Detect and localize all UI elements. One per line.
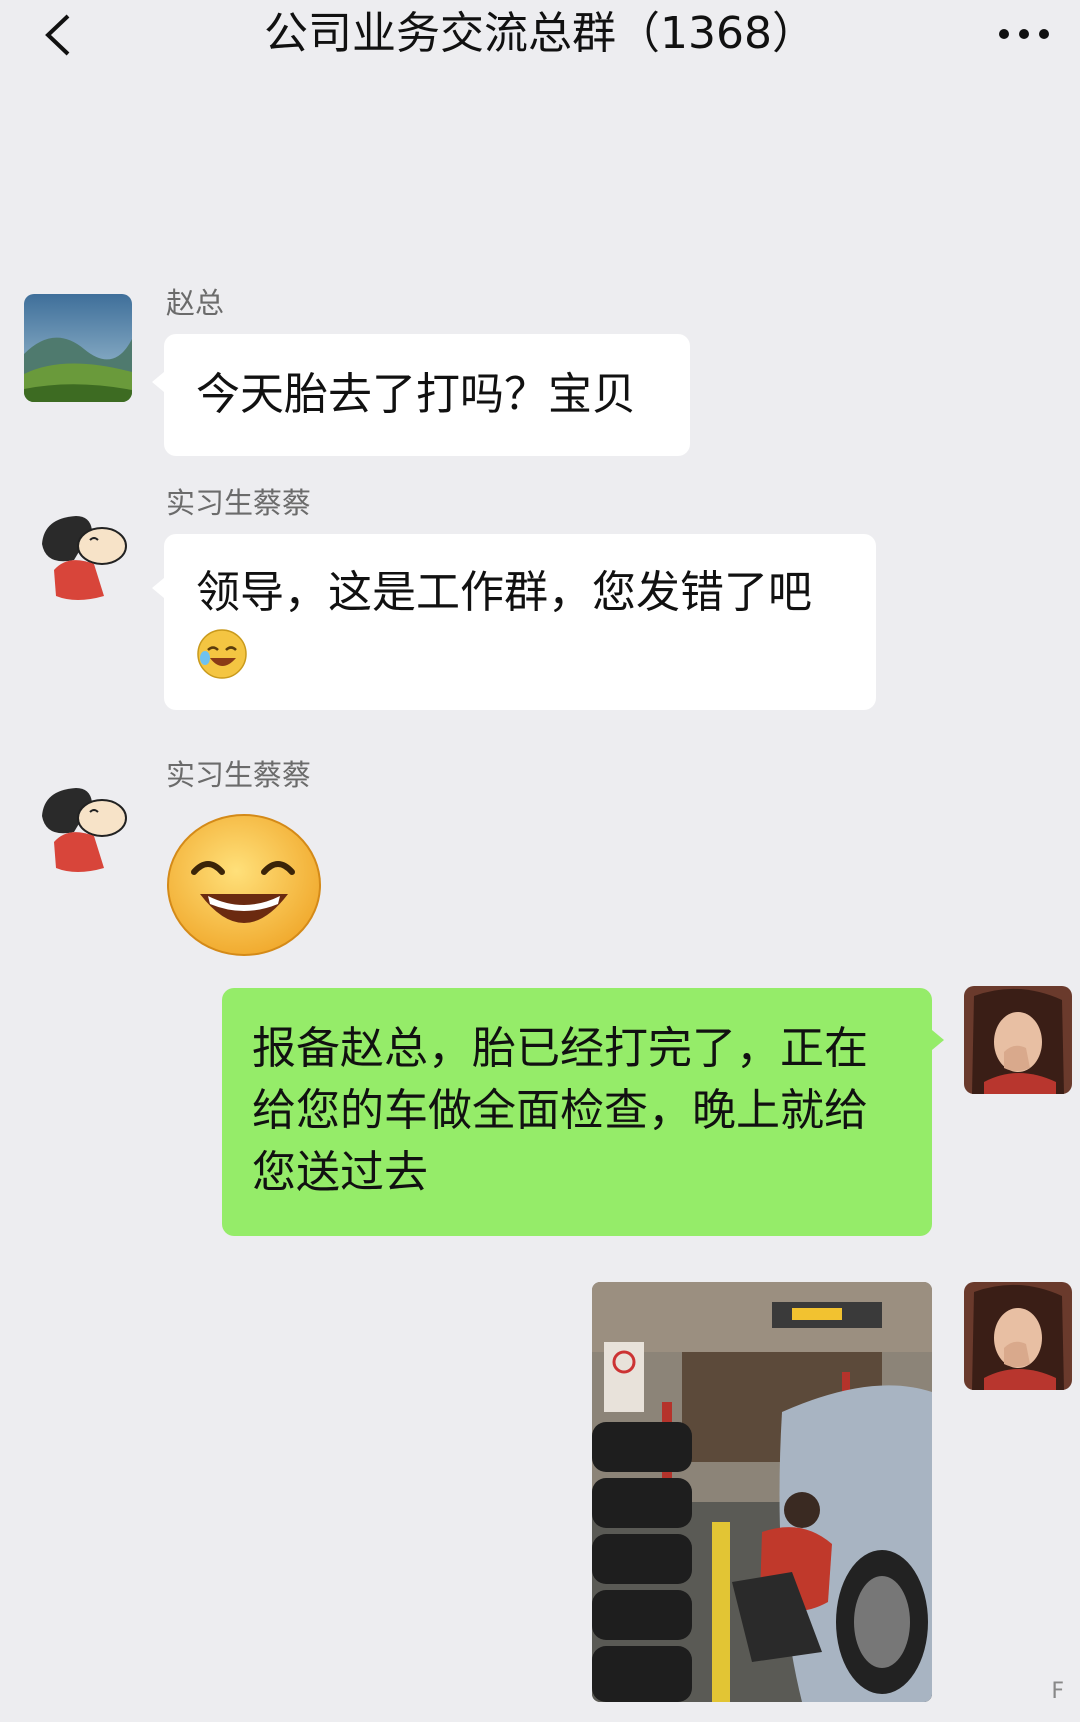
chat-title: 公司业务交流总群（1368） — [264, 8, 816, 59]
message-sender: 实习生蔡蔡 — [166, 486, 312, 520]
message-text: 今天胎去了打吗？宝贝 — [196, 369, 636, 420]
bubble-tail — [932, 1030, 944, 1050]
bubble-tail — [152, 372, 164, 392]
message-text: 领导，这是工作群，您发错了吧 — [196, 567, 812, 618]
message-sender: 赵总 — [166, 286, 225, 320]
message-text: 报备赵总，胎已经打完了，正在给您的车做全面检查，晚上就给您送过去 — [252, 1023, 868, 1198]
message-bubble[interactable]: 领导，这是工作群，您发错了吧 — [164, 534, 876, 710]
cartoon-avatar[interactable] — [24, 500, 132, 608]
laughing-crying-emoji — [197, 629, 247, 679]
message-bubble[interactable]: 今天胎去了打吗？宝贝 — [164, 334, 690, 456]
woman-avatar[interactable] — [964, 986, 1072, 1094]
ellipsis-icon[interactable] — [994, 14, 1054, 54]
watermark: F — [1051, 1679, 1064, 1704]
tire-shop-photo[interactable] — [592, 1282, 932, 1702]
woman-avatar[interactable] — [964, 1282, 1072, 1390]
big-grin-emoji[interactable] — [166, 812, 322, 958]
chat-header: 公司业务交流总群（1368） — [0, 0, 1080, 70]
message-sender: 实习生蔡蔡 — [166, 758, 312, 792]
message-bubble[interactable]: 报备赵总，胎已经打完了，正在给您的车做全面检查，晚上就给您送过去 — [222, 988, 932, 1236]
landscape-avatar[interactable] — [24, 294, 132, 402]
cartoon-avatar[interactable] — [24, 772, 132, 880]
bubble-tail — [152, 578, 164, 598]
